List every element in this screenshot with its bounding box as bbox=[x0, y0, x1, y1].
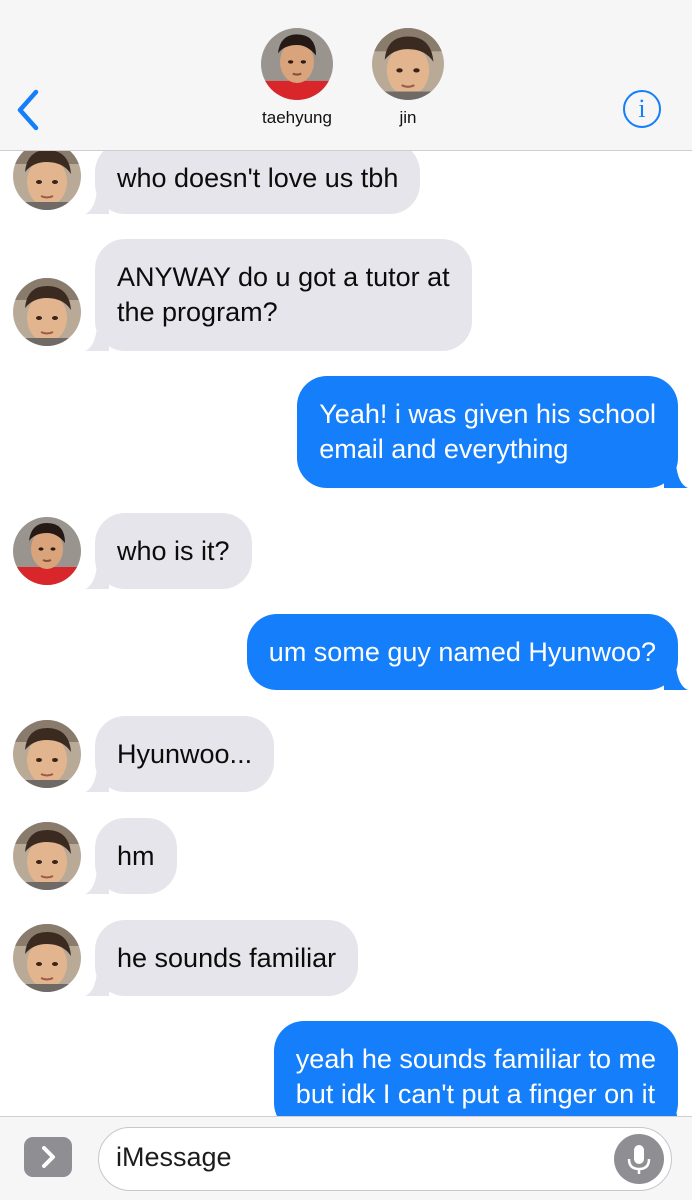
contact-jin[interactable]: jin bbox=[363, 28, 453, 128]
info-button[interactable]: i bbox=[623, 90, 661, 128]
message-bubble-outgoing[interactable]: Yeah! i was given his school email and e… bbox=[297, 376, 678, 488]
bubble-tail bbox=[85, 565, 109, 589]
avatar-jin[interactable] bbox=[13, 278, 81, 346]
expand-apps-button[interactable] bbox=[24, 1137, 72, 1177]
message-text: Hyunwoo... bbox=[117, 738, 253, 769]
message-text: ANYWAY do u got a tutor at the program? bbox=[117, 262, 450, 327]
contact-taehyung[interactable]: taehyung bbox=[252, 28, 342, 128]
message-bubble-incoming[interactable]: ANYWAY do u got a tutor at the program? bbox=[95, 239, 472, 351]
bubble-tail bbox=[85, 768, 109, 792]
chevron-right-icon bbox=[42, 1146, 55, 1168]
microphone-icon bbox=[627, 1145, 651, 1174]
bubble-tail bbox=[85, 870, 109, 894]
info-icon: i bbox=[638, 94, 646, 123]
back-button[interactable] bbox=[10, 86, 46, 134]
message-bubble-outgoing[interactable]: yeah he sounds familiar to me but idk I … bbox=[273, 1021, 678, 1116]
bubble-tail bbox=[664, 1109, 688, 1116]
message-text: Yeah! i was given his school email and e… bbox=[319, 399, 656, 464]
conversation-header: taehyung jin i bbox=[0, 0, 692, 151]
microphone-button[interactable] bbox=[614, 1134, 664, 1184]
avatar-jin[interactable] bbox=[13, 720, 81, 788]
message-input-placeholder: iMessage bbox=[116, 1142, 232, 1172]
message-bubble-incoming[interactable]: hm bbox=[95, 818, 177, 894]
contact-name: taehyung bbox=[262, 108, 332, 127]
message-text: who is it? bbox=[117, 535, 230, 566]
bubble-tail bbox=[85, 190, 109, 214]
message-bubble-incoming[interactable]: who is it? bbox=[95, 513, 252, 589]
message-bubble-incoming[interactable]: he sounds familiar bbox=[95, 920, 359, 996]
avatar-jin bbox=[372, 28, 444, 100]
avatar-jin[interactable] bbox=[13, 822, 81, 890]
bubble-tail bbox=[85, 972, 109, 996]
message-text: um some guy named Hyunwoo? bbox=[268, 636, 656, 667]
composer-bar: iMessage bbox=[0, 1116, 692, 1200]
avatar-jin[interactable] bbox=[13, 142, 81, 210]
message-text: who doesn't love us tbh bbox=[117, 162, 399, 193]
bubble-tail bbox=[664, 666, 688, 690]
avatar-taehyung[interactable] bbox=[13, 517, 81, 585]
bubble-tail bbox=[664, 464, 688, 488]
message-text: hm bbox=[117, 840, 155, 871]
contact-name: jin bbox=[399, 108, 417, 127]
avatar-taehyung bbox=[261, 28, 333, 100]
message-text: he sounds familiar bbox=[117, 942, 337, 973]
message-text: yeah he sounds familiar to me but idk I … bbox=[295, 1044, 656, 1109]
bubble-tail bbox=[85, 327, 109, 351]
message-bubble-incoming[interactable]: who doesn't love us tbh bbox=[95, 142, 421, 214]
message-bubble-incoming[interactable]: Hyunwoo... bbox=[95, 716, 275, 792]
avatar-jin[interactable] bbox=[13, 924, 81, 992]
message-input[interactable]: iMessage bbox=[98, 1127, 672, 1191]
message-bubble-outgoing[interactable]: um some guy named Hyunwoo? bbox=[246, 614, 678, 690]
message-thread[interactable]: who doesn't love us tbh ANYWAY do u got … bbox=[0, 0, 692, 1116]
